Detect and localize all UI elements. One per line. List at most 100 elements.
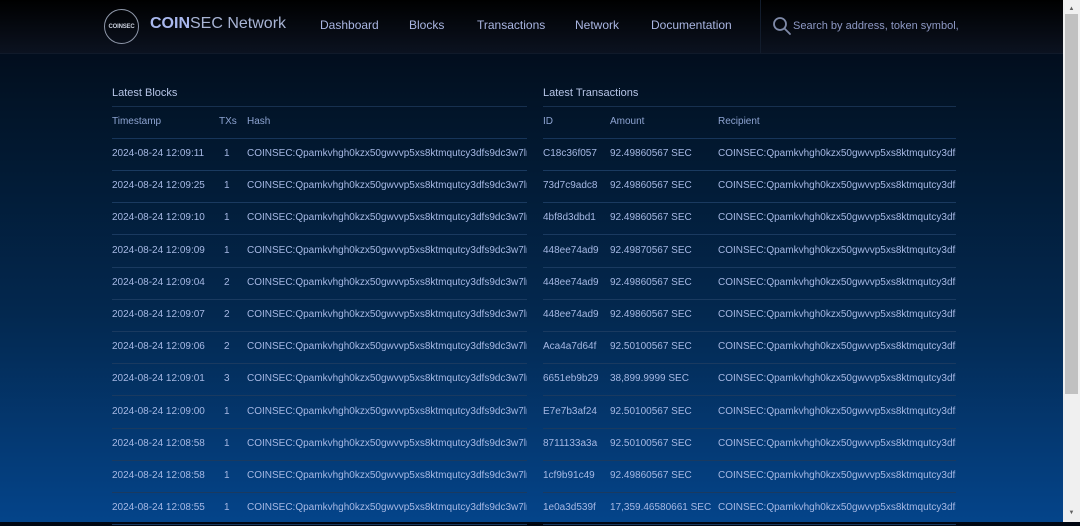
transaction-row[interactable]: Aca4a7d64f 92.50100567 SEC COINSEC:Qpamkvh… <box>543 331 956 365</box>
transaction-row[interactable]: C18c36f057 92.49860567 SEC COINSEC:Qpamkvh… <box>543 138 956 171</box>
transaction-id-link[interactable]: 1cf9b91c49 <box>543 470 595 481</box>
transactions-table-header: ID Amount Recipient <box>543 106 956 139</box>
block-row[interactable]: 2024-08-24 12:09:06 2 COINSEC:Qpamkvhgh0kz… <box>112 331 527 365</box>
brand-rest: SEC Network <box>190 15 287 32</box>
block-hash-link[interactable]: COINSEC:Qpamkvhgh0kzx50gwvvp5xs8ktmqutcy… <box>247 180 527 191</box>
block-timestamp: 2024-08-24 12:09:00 <box>112 405 205 417</box>
block-tx-count: 2 <box>224 341 230 353</box>
transaction-row[interactable]: 8711133a3a 92.50100567 SEC COINSEC:Qpamkvh… <box>543 428 956 461</box>
block-row[interactable]: 2024-08-24 12:09:25 1 COINSEC:Qpamkvhgh0kz… <box>112 170 527 204</box>
col-amount[interactable]: Amount <box>610 116 644 127</box>
transaction-id-link[interactable]: 448ee74ad9 <box>543 309 599 320</box>
block-hash-link[interactable]: COINSEC:Qpamkvhgh0kzx50gwvvp5xs8ktmqutcy… <box>247 438 527 449</box>
block-timestamp: 2024-08-24 12:09:11 <box>112 148 205 159</box>
block-hash-link[interactable]: COINSEC:Qpamkvhgh0kzx50gwvvp5xs8ktmqutcy… <box>247 502 527 513</box>
block-tx-count: 1 <box>224 502 230 514</box>
block-row[interactable]: 2024-08-24 12:09:09 1 COINSEC:Qpamkvhgh0kz… <box>112 235 527 268</box>
block-hash-link[interactable]: COINSEC:Qpamkvhgh0kzx50gwvvp5xs8ktmqutcy… <box>247 245 527 256</box>
nav-blocks[interactable]: Blocks <box>409 18 444 32</box>
transaction-row[interactable]: 73d7c9adc8 92.49860567 SEC COINSEC:Qpamkvh… <box>543 170 956 204</box>
block-row[interactable]: 2024-08-24 12:09:01 3 COINSEC:Qpamkvhgh0kz… <box>112 363 527 397</box>
block-hash-link[interactable]: COINSEC:Qpamkvhgh0kzx50gwvvp5xs8ktmqutcy… <box>247 309 527 320</box>
transaction-id-link[interactable]: 448ee74ad9 <box>543 277 599 288</box>
block-tx-count: 2 <box>224 276 230 288</box>
block-hash-link[interactable]: COINSEC:Qpamkvhgh0kzx50gwvvp5xs8ktmqutcy… <box>247 212 527 223</box>
transaction-recipient-link[interactable]: COINSEC:Qpamkvhgh0kzx50gwvvp5xs8ktmqutcy… <box>718 309 956 320</box>
block-tx-count: 3 <box>224 373 230 385</box>
block-hash-link[interactable]: COINSEC:Qpamkvhgh0kzx50gwvvp5xs8ktmqutcy… <box>247 341 527 352</box>
block-timestamp: 2024-08-24 12:09:10 <box>112 212 205 224</box>
scroll-down-arrow-icon[interactable]: ▼ <box>1063 506 1080 520</box>
block-hash-link[interactable]: COINSEC:Qpamkvhgh0kzx50gwvvp5xs8ktmqutcy… <box>247 470 527 481</box>
transaction-id-link[interactable]: 6651eb9b29 <box>543 373 599 384</box>
transaction-id-link[interactable]: E7e7b3af24 <box>543 406 597 417</box>
transaction-id-link[interactable]: C18c36f057 <box>543 148 597 159</box>
transaction-amount: 92.49860567 SEC <box>610 309 692 320</box>
transaction-recipient-link[interactable]: COINSEC:Qpamkvhgh0kzx50gwvvp5xs8ktmqutcy… <box>718 502 956 513</box>
block-row[interactable]: 2024-08-24 12:09:07 2 COINSEC:Qpamkvhgh0kz… <box>112 299 527 332</box>
transaction-recipient-link[interactable]: COINSEC:Qpamkvhgh0kzx50gwvvp5xs8ktmqutcy… <box>718 341 956 352</box>
transaction-recipient-link[interactable]: COINSEC:Qpamkvhgh0kzx50gwvvp5xs8ktmqutcy… <box>718 373 956 384</box>
col-hash[interactable]: Hash <box>247 116 270 127</box>
nav-documentation[interactable]: Documentation <box>651 18 732 32</box>
transaction-recipient-link[interactable]: COINSEC:Qpamkvhgh0kzx50gwvvp5xs8ktmqutcy… <box>718 212 956 223</box>
search-input[interactable] <box>793 17 958 35</box>
transaction-row[interactable]: 1e0a3d539f 17,359.46580661 SEC COINSEC:Qpa… <box>543 492 956 526</box>
transaction-id-link[interactable]: Aca4a7d64f <box>543 341 596 352</box>
transaction-id-link[interactable]: 448ee74ad9 <box>543 245 599 256</box>
coinsec-logo[interactable]: COINSEC <box>104 9 139 44</box>
transaction-id-link[interactable]: 1e0a3d539f <box>543 502 596 513</box>
block-timestamp: 2024-08-24 12:09:09 <box>112 244 205 256</box>
transaction-row[interactable]: 448ee74ad9 92.49860567 SEC COINSEC:Qpamkvh… <box>543 267 956 300</box>
page-scrollbar[interactable]: ▲ ▼ <box>1063 0 1080 522</box>
block-timestamp: 2024-08-24 12:09:06 <box>112 341 205 353</box>
transaction-amount: 92.49860567 SEC <box>610 180 692 192</box>
block-row[interactable]: 2024-08-24 12:08:58 1 COINSEC:Qpamkvhgh0kz… <box>112 460 527 493</box>
col-recipient[interactable]: Recipient <box>718 116 760 127</box>
block-row[interactable]: 2024-08-24 12:09:11 1 COINSEC:Qpamkvhgh0kz… <box>112 138 527 171</box>
transaction-recipient-link[interactable]: COINSEC:Qpamkvhgh0kzx50gwvvp5xs8ktmqutcy… <box>718 438 956 449</box>
block-tx-count: 1 <box>224 212 230 224</box>
block-hash-link[interactable]: COINSEC:Qpamkvhgh0kzx50gwvvp5xs8ktmqutcy… <box>247 277 527 288</box>
transaction-row[interactable]: 448ee74ad9 92.49870567 SEC COINSEC:Qpamkvh… <box>543 235 956 268</box>
block-row[interactable]: 2024-08-24 12:09:04 2 COINSEC:Qpamkvhgh0kz… <box>112 267 527 300</box>
block-hash-link[interactable]: COINSEC:Qpamkvhgh0kzx50gwvvp5xs8ktmqutcy… <box>247 373 527 384</box>
search-icon[interactable] <box>772 16 792 36</box>
transaction-recipient-link[interactable]: COINSEC:Qpamkvhgh0kzx50gwvvp5xs8ktmqutcy… <box>718 470 956 481</box>
transaction-recipient-link[interactable]: COINSEC:Qpamkvhgh0kzx50gwvvp5xs8ktmqutcy… <box>718 180 956 191</box>
scrollbar-thumb[interactable] <box>1065 14 1078 394</box>
transaction-row[interactable]: 6651eb9b29 38,899.9999 SEC COINSEC:Qpamkvh… <box>543 363 956 397</box>
transaction-amount: 92.49860567 SEC <box>610 276 692 288</box>
transactions-table: ID Amount Recipient C18c36f057 92.4986056… <box>543 106 956 526</box>
top-navigation-bar: COINSEC COINSEC Network Dashboard Blocks… <box>0 0 1063 54</box>
transaction-amount: 92.49860567 SEC <box>610 470 692 481</box>
col-timestamp[interactable]: Timestamp <box>112 116 161 127</box>
transaction-row[interactable]: E7e7b3af24 92.50100567 SEC COINSEC:Qpamkvh… <box>543 396 956 429</box>
transaction-recipient-link[interactable]: COINSEC:Qpamkvhgh0kzx50gwvvp5xs8ktmqutcy… <box>718 148 956 159</box>
brand-name[interactable]: COINSEC Network <box>150 15 286 33</box>
transaction-amount: 92.49860567 SEC <box>610 148 692 159</box>
block-row[interactable]: 2024-08-24 12:09:00 1 COINSEC:Qpamkvhgh0kz… <box>112 396 527 429</box>
transaction-row[interactable]: 1cf9b91c49 92.49860567 SEC COINSEC:Qpamkvh… <box>543 460 956 493</box>
col-id[interactable]: ID <box>543 116 553 127</box>
transaction-recipient-link[interactable]: COINSEC:Qpamkvhgh0kzx50gwvvp5xs8ktmqutcy… <box>718 406 956 417</box>
transaction-recipient-link[interactable]: COINSEC:Qpamkvhgh0kzx50gwvvp5xs8ktmqutcy… <box>718 245 956 256</box>
transaction-row[interactable]: 4bf8d3dbd1 92.49860567 SEC COINSEC:Qpamkvh… <box>543 202 956 236</box>
block-row[interactable]: 2024-08-24 12:09:10 1 COINSEC:Qpamkvhgh0kz… <box>112 202 527 236</box>
brand-bold: COIN <box>150 15 190 32</box>
block-hash-link[interactable]: COINSEC:Qpamkvhgh0kzx50gwvvp5xs8ktmqutcy… <box>247 406 527 417</box>
block-row[interactable]: 2024-08-24 12:08:55 1 COINSEC:Qpamkvhgh0kz… <box>112 492 527 526</box>
latest-transactions-title: Latest Transactions <box>543 87 639 99</box>
nav-network[interactable]: Network <box>575 18 619 32</box>
transaction-id-link[interactable]: 4bf8d3dbd1 <box>543 212 596 223</box>
col-txs[interactable]: TXs <box>219 116 237 127</box>
transaction-id-link[interactable]: 8711133a3a <box>543 438 597 449</box>
transaction-recipient-link[interactable]: COINSEC:Qpamkvhgh0kzx50gwvvp5xs8ktmqutcy… <box>718 277 956 288</box>
nav-transactions[interactable]: Transactions <box>477 18 545 32</box>
transaction-id-link[interactable]: 73d7c9adc8 <box>543 180 598 191</box>
nav-dashboard[interactable]: Dashboard <box>320 18 379 32</box>
transaction-amount: 92.50100567 SEC <box>610 405 692 417</box>
transaction-row[interactable]: 448ee74ad9 92.49860567 SEC COINSEC:Qpamkvh… <box>543 299 956 332</box>
block-row[interactable]: 2024-08-24 12:08:58 1 COINSEC:Qpamkvhgh0kz… <box>112 428 527 461</box>
block-hash-link[interactable]: COINSEC:Qpamkvhgh0kzx50gwvvp5xs8ktmqutcy… <box>247 148 527 159</box>
